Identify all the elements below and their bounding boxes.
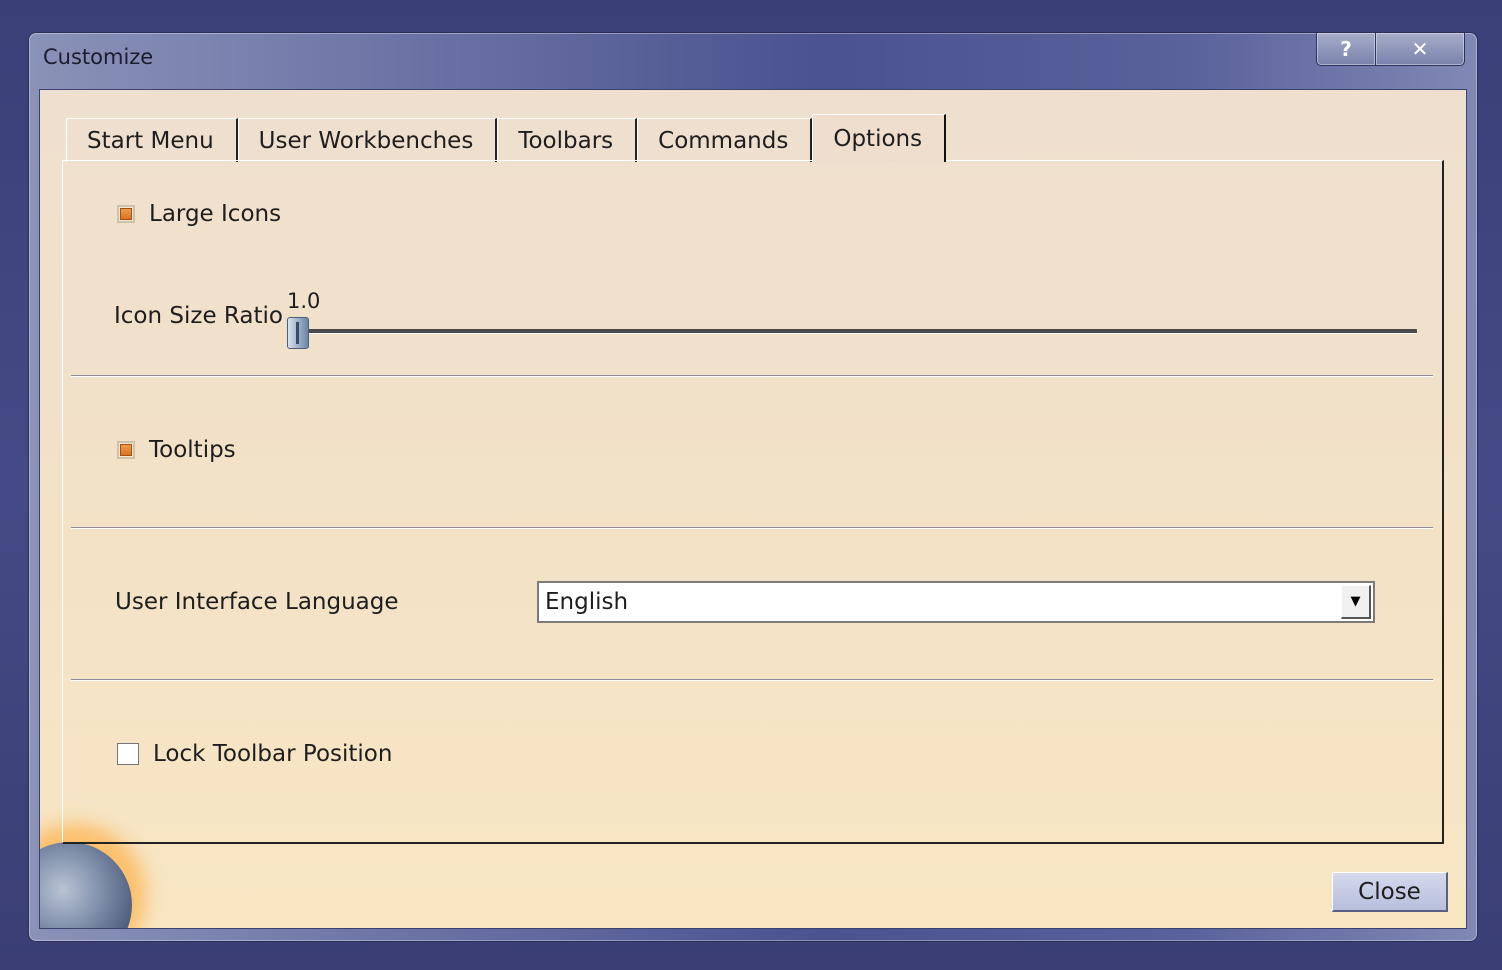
- icon-size-ratio-slider-track[interactable]: [287, 329, 1417, 334]
- check-mark-icon: [120, 444, 132, 456]
- tooltips-label: Tooltips: [149, 437, 236, 463]
- check-mark-icon: [120, 208, 132, 220]
- separator: [71, 527, 1433, 529]
- tooltips-checkbox[interactable]: [117, 441, 135, 459]
- ui-language-dropdown[interactable]: English ▼: [537, 581, 1375, 623]
- large-icons-checkbox[interactable]: [117, 205, 135, 223]
- ui-language-selected-value: English: [545, 589, 629, 615]
- icon-size-ratio-slider-thumb[interactable]: [287, 317, 309, 349]
- separator: [71, 679, 1433, 681]
- title-bar-buttons: ? ✕: [1316, 33, 1465, 66]
- lock-toolbar-checkbox-row[interactable]: Lock Toolbar Position: [117, 741, 392, 767]
- tab-start-menu[interactable]: Start Menu: [66, 118, 238, 162]
- lock-toolbar-checkbox[interactable]: [117, 743, 139, 765]
- large-icons-label: Large Icons: [149, 201, 282, 227]
- tab-bar: Start Menu User Workbenches Toolbars Com…: [66, 114, 947, 162]
- customize-dialog: Customize ? ✕ Start Menu User Workbenche…: [28, 32, 1478, 942]
- tab-toolbars[interactable]: Toolbars: [497, 118, 638, 162]
- lock-toolbar-label: Lock Toolbar Position: [153, 741, 393, 767]
- tab-commands[interactable]: Commands: [637, 118, 813, 162]
- icon-size-ratio-label: Icon Size Ratio: [114, 303, 283, 329]
- tooltips-checkbox-row[interactable]: Tooltips: [117, 437, 236, 463]
- dropdown-arrow-icon[interactable]: ▼: [1341, 585, 1371, 619]
- help-button[interactable]: ?: [1316, 33, 1376, 66]
- globe-logo-icon: [40, 842, 132, 928]
- tab-options[interactable]: Options: [812, 114, 947, 162]
- icon-size-ratio-value: 1.0: [287, 289, 321, 313]
- dialog-client-area: Start Menu User Workbenches Toolbars Com…: [39, 89, 1467, 929]
- tab-user-workbenches[interactable]: User Workbenches: [237, 118, 498, 162]
- options-panel: Large Icons Icon Size Ratio 1.0 Tooltips…: [62, 160, 1444, 844]
- ui-language-label: User Interface Language: [115, 589, 399, 615]
- window-close-button[interactable]: ✕: [1376, 33, 1465, 66]
- separator: [71, 375, 1433, 377]
- window-title: Customize: [43, 45, 154, 69]
- close-button[interactable]: Close: [1332, 872, 1448, 912]
- large-icons-checkbox-row[interactable]: Large Icons: [117, 201, 281, 227]
